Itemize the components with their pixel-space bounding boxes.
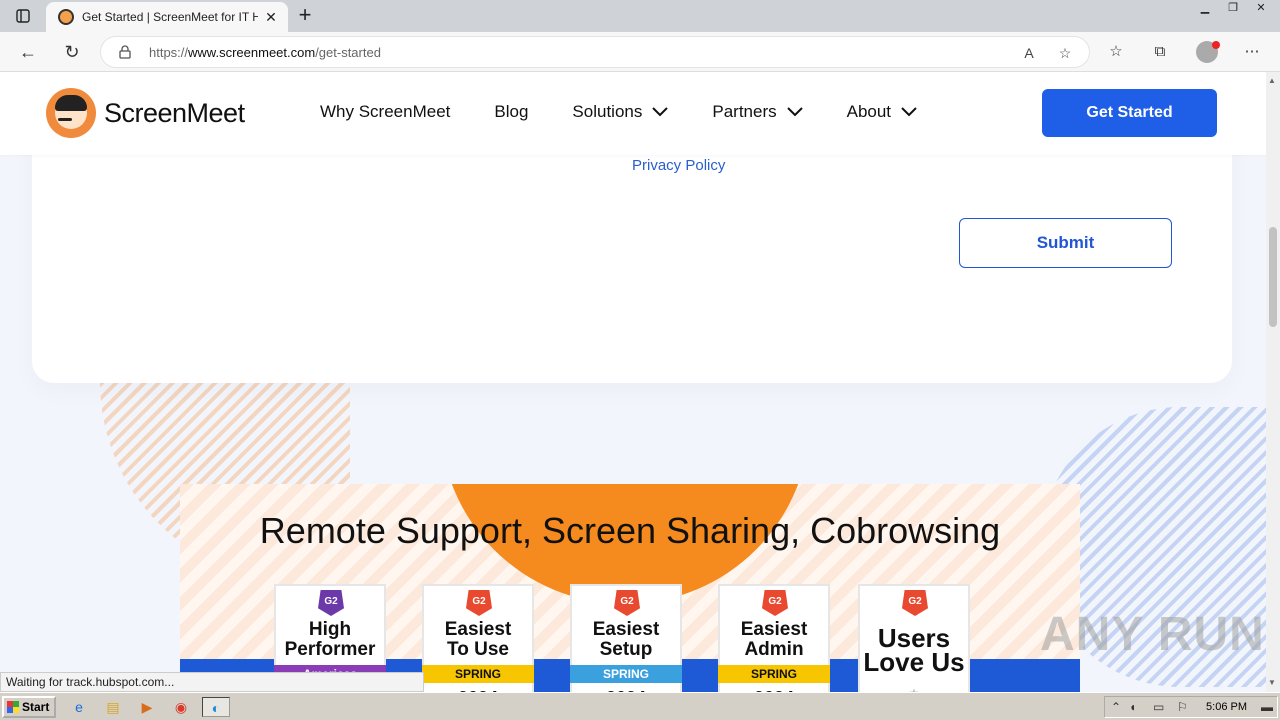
profile-avatar[interactable] — [1196, 41, 1220, 63]
network-icon[interactable]: ▭ — [1153, 700, 1164, 714]
scroll-down-icon[interactable]: ▼ — [1268, 678, 1276, 687]
read-aloud-icon[interactable]: A — [1019, 43, 1039, 63]
browser-tab-active[interactable]: Get Started | ScreenMeet for IT H ✕ — [46, 2, 288, 32]
nav-blog[interactable]: Blog — [494, 102, 528, 122]
window-controls: ▁ ❐ ✕ — [1194, 0, 1272, 18]
badge-title-line2: Performer — [284, 639, 376, 660]
windows-flag-icon — [7, 701, 19, 713]
address-bar[interactable]: https://www.screenmeet.com/get-started A… — [100, 36, 1090, 68]
badge-title-line1: Easiest — [444, 619, 512, 640]
add-favorite-icon[interactable]: ☆ — [1055, 43, 1075, 63]
favorites-icon[interactable]: ☆ — [1105, 41, 1127, 63]
chevron-down-icon — [652, 107, 669, 117]
badge-title-line2: Setup — [599, 639, 653, 660]
file-explorer-icon[interactable]: ▤ — [102, 697, 124, 717]
url-text: https://www.screenmeet.com/get-started — [149, 45, 381, 60]
g2-badge-easiest-admin: G2 EasiestAdmin SPRING 2024 — [718, 584, 830, 692]
scrollbar-thumb[interactable] — [1269, 227, 1277, 327]
badge-ribbon: SPRING — [422, 665, 534, 683]
internet-explorer-icon[interactable]: e — [68, 697, 90, 717]
badge-ribbon: SPRING — [570, 665, 682, 683]
volume-icon[interactable]: ◖ — [1129, 700, 1136, 714]
g2-logo-icon: G2 — [614, 590, 640, 616]
more-menu-icon[interactable]: ⋯ — [1241, 41, 1263, 63]
close-tab-icon[interactable]: ✕ — [262, 8, 280, 26]
media-player-icon[interactable]: ▶ — [136, 697, 158, 717]
g2-logo-icon: G2 — [466, 590, 492, 616]
tab-title: Get Started | ScreenMeet for IT H — [82, 10, 258, 24]
privacy-policy-link[interactable]: Privacy Policy — [632, 157, 725, 174]
notification-dot — [1212, 41, 1220, 49]
nav-why-screenmeet[interactable]: Why ScreenMeet — [320, 102, 450, 122]
system-tray: ⌃ ◖ ▭ ⚐ 5:06 PM ▬ — [1104, 696, 1278, 718]
page-scrollbar[interactable]: ▲ ▼ — [1266, 72, 1280, 692]
browser-toolbar: ← ↻ https://www.screenmeet.com/get-start… — [0, 32, 1280, 72]
badge-title-line2: Admin — [744, 639, 804, 660]
edge-icon[interactable]: ◐ — [202, 697, 230, 717]
tray-expand-icon[interactable]: ⌃ — [1111, 700, 1121, 714]
show-desktop-icon[interactable]: ▬ — [1261, 700, 1273, 714]
action-center-flag-icon[interactable]: ⚐ — [1177, 700, 1188, 714]
logo-text: ScreenMeet — [104, 97, 245, 128]
page-viewport: Privacy Policy Submit ScreenMeet Why Scr… — [0, 72, 1266, 692]
g2-logo-icon: G2 — [318, 590, 344, 616]
start-button[interactable]: Start — [2, 696, 56, 718]
g2-badge-easiest-setup: G2 EasiestSetup SPRING 2024 — [570, 584, 682, 692]
headset-avatar-icon — [46, 88, 96, 138]
get-started-button[interactable]: Get Started — [1042, 89, 1217, 137]
g2-badge-users-love-us: G2 UsersLove Us — ★ — — [858, 584, 970, 692]
clock: 5:06 PM — [1206, 701, 1247, 713]
g2-logo-icon: G2 — [762, 590, 788, 616]
badge-title-line1: High — [308, 619, 352, 640]
submit-button[interactable]: Submit — [959, 218, 1172, 268]
nav-solutions[interactable]: Solutions — [572, 102, 669, 122]
badge-title-line2: To Use — [447, 639, 509, 660]
chrome-icon[interactable]: ◉ — [170, 697, 192, 717]
tab-actions-icon[interactable] — [14, 7, 32, 25]
badge-title-line1: Easiest — [592, 619, 660, 640]
refresh-icon[interactable]: ↻ — [60, 40, 84, 64]
browser-tab-bar: Get Started | ScreenMeet for IT H ✕ + ▁ … — [0, 0, 1280, 32]
taskbar: Start e ▤ ▶ ◉ ◐ ⌃ ◖ ▭ ⚐ 5:06 PM ▬ — [0, 692, 1280, 720]
restore-icon[interactable]: ❐ — [1222, 0, 1244, 16]
collections-icon[interactable]: ⧉ — [1149, 41, 1171, 63]
badge-title-line2: Love Us — [863, 647, 965, 677]
close-window-icon[interactable]: ✕ — [1250, 0, 1272, 16]
nav-partners[interactable]: Partners — [712, 102, 803, 122]
banner-title: Remote Support, Screen Sharing, Cobrowsi… — [259, 510, 1001, 551]
badge-ribbon: SPRING — [718, 665, 830, 683]
g2-logo-icon: G2 — [902, 590, 928, 616]
nav-about[interactable]: About — [847, 102, 917, 122]
main-nav: Why ScreenMeet Blog Solutions Partners A… — [320, 102, 961, 122]
screenmeet-favicon-icon — [58, 9, 74, 25]
minimize-icon[interactable]: ▁ — [1194, 0, 1216, 16]
site-logo[interactable]: ScreenMeet — [46, 88, 245, 138]
status-bubble: Waiting for track.hubspot.com... — [0, 672, 424, 692]
scroll-up-icon[interactable]: ▲ — [1268, 76, 1276, 85]
site-header: ScreenMeet Why ScreenMeet Blog Solutions… — [0, 72, 1266, 155]
awards-banner: Remote Support, Screen Sharing, Cobrowsi… — [180, 484, 1080, 692]
lock-icon — [119, 45, 131, 59]
anyrun-watermark: ANY RUN — [1040, 608, 1265, 661]
badge-title-line1: Easiest — [740, 619, 808, 640]
g2-badge-easiest-to-use: G2 EasiestTo Use SPRING 2024 — [422, 584, 534, 692]
back-icon[interactable]: ← — [16, 40, 40, 64]
chevron-down-icon — [901, 107, 917, 117]
chevron-down-icon — [786, 107, 803, 117]
new-tab-icon[interactable]: + — [294, 4, 316, 27]
